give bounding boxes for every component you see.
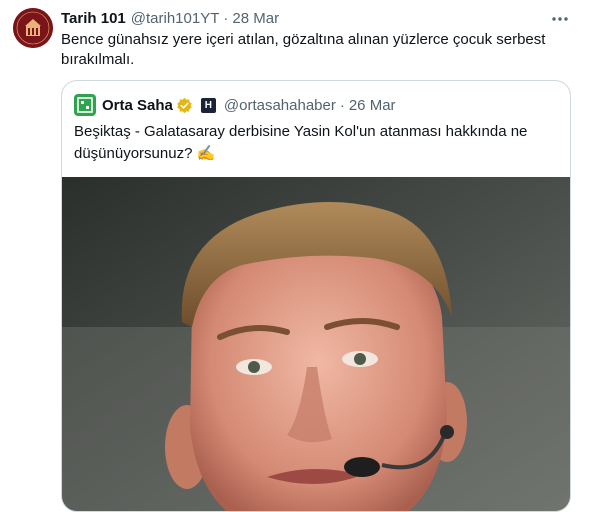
tweet-date[interactable]: 28 Mar: [232, 10, 279, 27]
quote-user-handle[interactable]: @ortasahahaber: [224, 97, 336, 114]
tweet-text: Bence günahsız yere içeri atılan, gözalt…: [61, 31, 546, 68]
avatar[interactable]: [13, 8, 53, 48]
more-icon[interactable]: [550, 9, 570, 29]
referee-photo[interactable]: [62, 177, 570, 511]
affiliate-badge[interactable]: H: [200, 97, 216, 113]
tarih101-logo-icon: [13, 8, 53, 48]
user-handle[interactable]: @tarih101YT: [131, 10, 220, 27]
quote-display-name[interactable]: Orta Saha: [102, 97, 173, 114]
quote-text: Beşiktaş - Galatasaray derbisine Yasin K…: [74, 123, 528, 162]
quote-header: Orta Saha H @ortasahahaber · 26 Mar: [74, 94, 396, 116]
quoted-tweet[interactable]: Orta Saha H @ortasahahaber · 26 Mar Beşi…: [61, 80, 571, 512]
tweet-header: Tarih 101 @tarih101YT · 28 Mar: [61, 8, 600, 28]
orta-saha-logo-icon: [74, 94, 96, 116]
verified-badge-icon: [177, 97, 192, 113]
quote-date[interactable]: 26 Mar: [349, 97, 396, 114]
display-name[interactable]: Tarih 101: [61, 10, 126, 27]
quote-separator-dot: ·: [339, 96, 345, 114]
separator-dot: ·: [223, 9, 229, 27]
